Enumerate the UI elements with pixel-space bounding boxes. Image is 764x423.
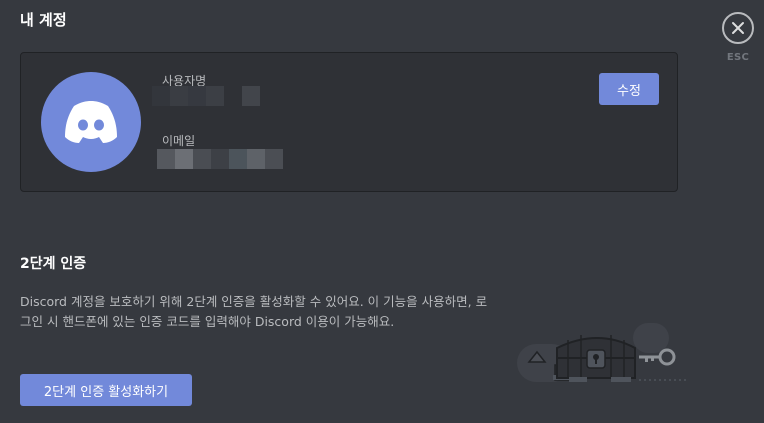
close-icon bbox=[732, 22, 744, 34]
esc-label: ESC bbox=[726, 52, 750, 63]
page-title: 내 계정 bbox=[20, 11, 67, 29]
email-label: 이메일 bbox=[162, 134, 196, 148]
enable-two-factor-button[interactable]: 2단계 인증 활성화하기 bbox=[20, 374, 192, 406]
email-value-redacted bbox=[157, 149, 283, 169]
account-card: 사용자명 이메일 수정 bbox=[20, 52, 678, 192]
username-value-redacted bbox=[152, 86, 260, 106]
discord-logo-icon bbox=[65, 101, 117, 143]
edit-button[interactable]: 수정 bbox=[599, 73, 659, 105]
close-button[interactable] bbox=[722, 12, 754, 44]
treasure-chest-key-illustration bbox=[517, 323, 687, 382]
close-control: ESC bbox=[719, 12, 757, 63]
two-factor-description: Discord 계정을 보호하기 위해 2단계 인증을 활성화할 수 있어요. … bbox=[20, 294, 488, 329]
avatar[interactable] bbox=[41, 72, 141, 172]
two-factor-title: 2단계 인증 bbox=[20, 256, 87, 272]
